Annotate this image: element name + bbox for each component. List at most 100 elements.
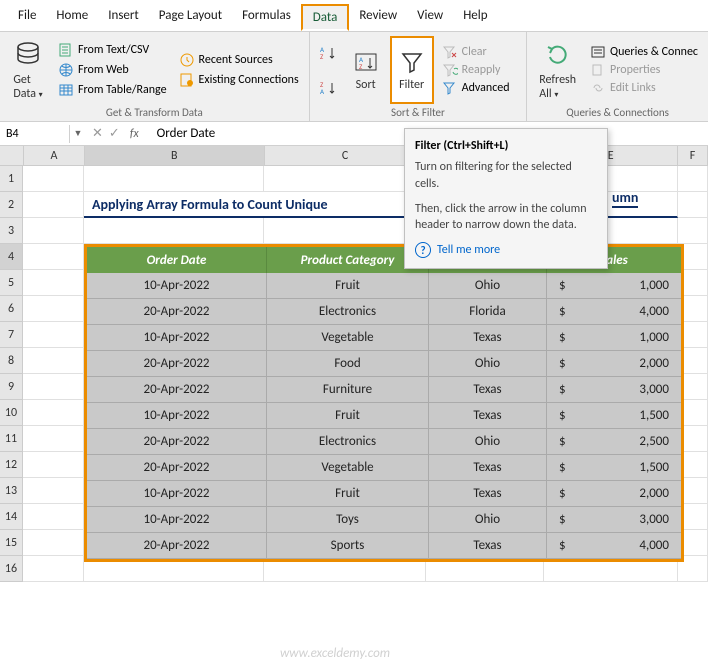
cell-sales[interactable]: $1,000 (547, 273, 681, 299)
col-header-b[interactable]: B (85, 146, 265, 166)
tab-formulas[interactable]: Formulas (232, 4, 301, 31)
cell-date[interactable]: 10-Apr-2022 (87, 481, 267, 507)
table-row[interactable]: 10-Apr-2022FruitTexas$2,000 (87, 481, 681, 507)
col-header-c[interactable]: C (265, 146, 427, 166)
enter-formula-icon[interactable]: ✓ (109, 126, 120, 141)
col-header-a[interactable]: A (24, 146, 85, 166)
cell-category[interactable]: Fruit (267, 403, 429, 429)
table-row[interactable]: 20-Apr-2022ElectronicsOhio$2,500 (87, 429, 681, 455)
cell-state[interactable]: Texas (429, 325, 547, 351)
tab-page-layout[interactable]: Page Layout (149, 4, 232, 31)
row-header-2[interactable]: 2 (0, 192, 23, 218)
cell-date[interactable]: 10-Apr-2022 (87, 325, 267, 351)
get-data-button[interactable]: GetData ▾ (6, 36, 50, 104)
reapply-button[interactable]: Reapply (438, 62, 514, 78)
col-header-f[interactable]: F (678, 146, 708, 166)
cell-category[interactable]: Fruit (267, 481, 429, 507)
table-row[interactable]: 10-Apr-2022ToysOhio$3,000 (87, 507, 681, 533)
sort-az-button[interactable]: AZ (316, 44, 342, 62)
cell-date[interactable]: 10-Apr-2022 (87, 403, 267, 429)
table-row[interactable]: 20-Apr-2022FoodOhio$2,000 (87, 351, 681, 377)
clear-button[interactable]: Clear (438, 44, 514, 60)
cell-category[interactable]: Vegetable (267, 455, 429, 481)
from-table-button[interactable]: From Table/Range (54, 81, 171, 99)
select-all-corner[interactable] (0, 146, 24, 166)
cell-state[interactable]: Ohio (429, 273, 547, 299)
row-header-9[interactable]: 9 (0, 374, 23, 400)
cancel-formula-icon[interactable]: ✕ (92, 126, 103, 141)
row-header-4[interactable]: 4 (0, 244, 23, 270)
cell-category[interactable]: Fruit (267, 273, 429, 299)
sort-za-button[interactable]: ZA (316, 79, 342, 97)
recent-sources-button[interactable]: Recent Sources (175, 51, 303, 69)
row-header-10[interactable]: 10 (0, 400, 23, 426)
cell-date[interactable]: 10-Apr-2022 (87, 273, 267, 299)
tab-insert[interactable]: Insert (98, 4, 149, 31)
cell-category[interactable]: Electronics (267, 299, 429, 325)
row-header-6[interactable]: 6 (0, 296, 23, 322)
cell-state[interactable]: Ohio (429, 507, 547, 533)
cell-sales[interactable]: $2,500 (547, 429, 681, 455)
from-web-button[interactable]: From Web (54, 61, 171, 79)
cell-category[interactable]: Sports (267, 533, 429, 559)
sort-button[interactable]: AZ Sort (346, 36, 386, 104)
tab-review[interactable]: Review (349, 4, 407, 31)
tab-help[interactable]: Help (453, 4, 497, 31)
cell-date[interactable]: 20-Apr-2022 (87, 533, 267, 559)
cell-date[interactable]: 20-Apr-2022 (87, 377, 267, 403)
table-row[interactable]: 20-Apr-2022FurnitureTexas$3,000 (87, 377, 681, 403)
row-header-7[interactable]: 7 (0, 322, 23, 348)
cell-category[interactable]: Vegetable (267, 325, 429, 351)
table-row[interactable]: 20-Apr-2022ElectronicsFlorida$4,000 (87, 299, 681, 325)
tell-me-more-link[interactable]: ?Tell me more (415, 242, 597, 258)
table-row[interactable]: 10-Apr-2022VegetableTexas$1,000 (87, 325, 681, 351)
tab-data[interactable]: Data (301, 4, 350, 31)
cell-state[interactable]: Texas (429, 481, 547, 507)
existing-connections-button[interactable]: Existing Connections (175, 71, 303, 89)
header-order-date[interactable]: Order Date (87, 247, 267, 273)
cell-sales[interactable]: $3,000 (547, 377, 681, 403)
cell-state[interactable]: Texas (429, 455, 547, 481)
row-header-13[interactable]: 13 (0, 478, 23, 504)
cell-category[interactable]: Electronics (267, 429, 429, 455)
row-header-8[interactable]: 8 (0, 348, 23, 374)
cell-category[interactable]: Toys (267, 507, 429, 533)
tab-view[interactable]: View (407, 4, 453, 31)
row-header-15[interactable]: 15 (0, 530, 23, 556)
cell-sales[interactable]: $3,000 (547, 507, 681, 533)
cell-date[interactable]: 10-Apr-2022 (87, 507, 267, 533)
table-row[interactable]: 10-Apr-2022FruitTexas$1,500 (87, 403, 681, 429)
row-header-12[interactable]: 12 (0, 452, 23, 478)
table-row[interactable]: 20-Apr-2022SportsTexas$4,000 (87, 533, 681, 559)
cell-sales[interactable]: $2,000 (547, 351, 681, 377)
row-header-11[interactable]: 11 (0, 426, 23, 452)
cell-category[interactable]: Food (267, 351, 429, 377)
cell-sales[interactable]: $4,000 (547, 533, 681, 559)
cell-date[interactable]: 20-Apr-2022 (87, 429, 267, 455)
tab-home[interactable]: Home (46, 4, 98, 31)
table-row[interactable]: 20-Apr-2022VegetableTexas$1,500 (87, 455, 681, 481)
cell-state[interactable]: Ohio (429, 351, 547, 377)
cell-category[interactable]: Furniture (267, 377, 429, 403)
row-header-16[interactable]: 16 (0, 556, 23, 582)
cell-state[interactable]: Texas (429, 403, 547, 429)
row-header-3[interactable]: 3 (0, 218, 23, 244)
cell-date[interactable]: 20-Apr-2022 (87, 455, 267, 481)
cell-date[interactable]: 20-Apr-2022 (87, 351, 267, 377)
row-header-5[interactable]: 5 (0, 270, 23, 296)
cell-state[interactable]: Texas (429, 377, 547, 403)
cell-state[interactable]: Florida (429, 299, 547, 325)
row-header-1[interactable]: 1 (0, 166, 23, 192)
cell-sales[interactable]: $2,000 (547, 481, 681, 507)
cell-date[interactable]: 20-Apr-2022 (87, 299, 267, 325)
refresh-all-button[interactable]: RefreshAll ▾ (533, 36, 582, 104)
cell-sales[interactable]: $1,500 (547, 455, 681, 481)
filter-button[interactable]: Filter (390, 36, 434, 104)
advanced-button[interactable]: Advanced (438, 80, 514, 96)
edit-links-button[interactable]: Edit Links (586, 80, 702, 96)
cell-sales[interactable]: $1,500 (547, 403, 681, 429)
name-box-dropdown[interactable]: ▼ (70, 128, 86, 139)
queries-button[interactable]: Queries & Connec (586, 44, 702, 60)
row-header-14[interactable]: 14 (0, 504, 23, 530)
cell-sales[interactable]: $4,000 (547, 299, 681, 325)
